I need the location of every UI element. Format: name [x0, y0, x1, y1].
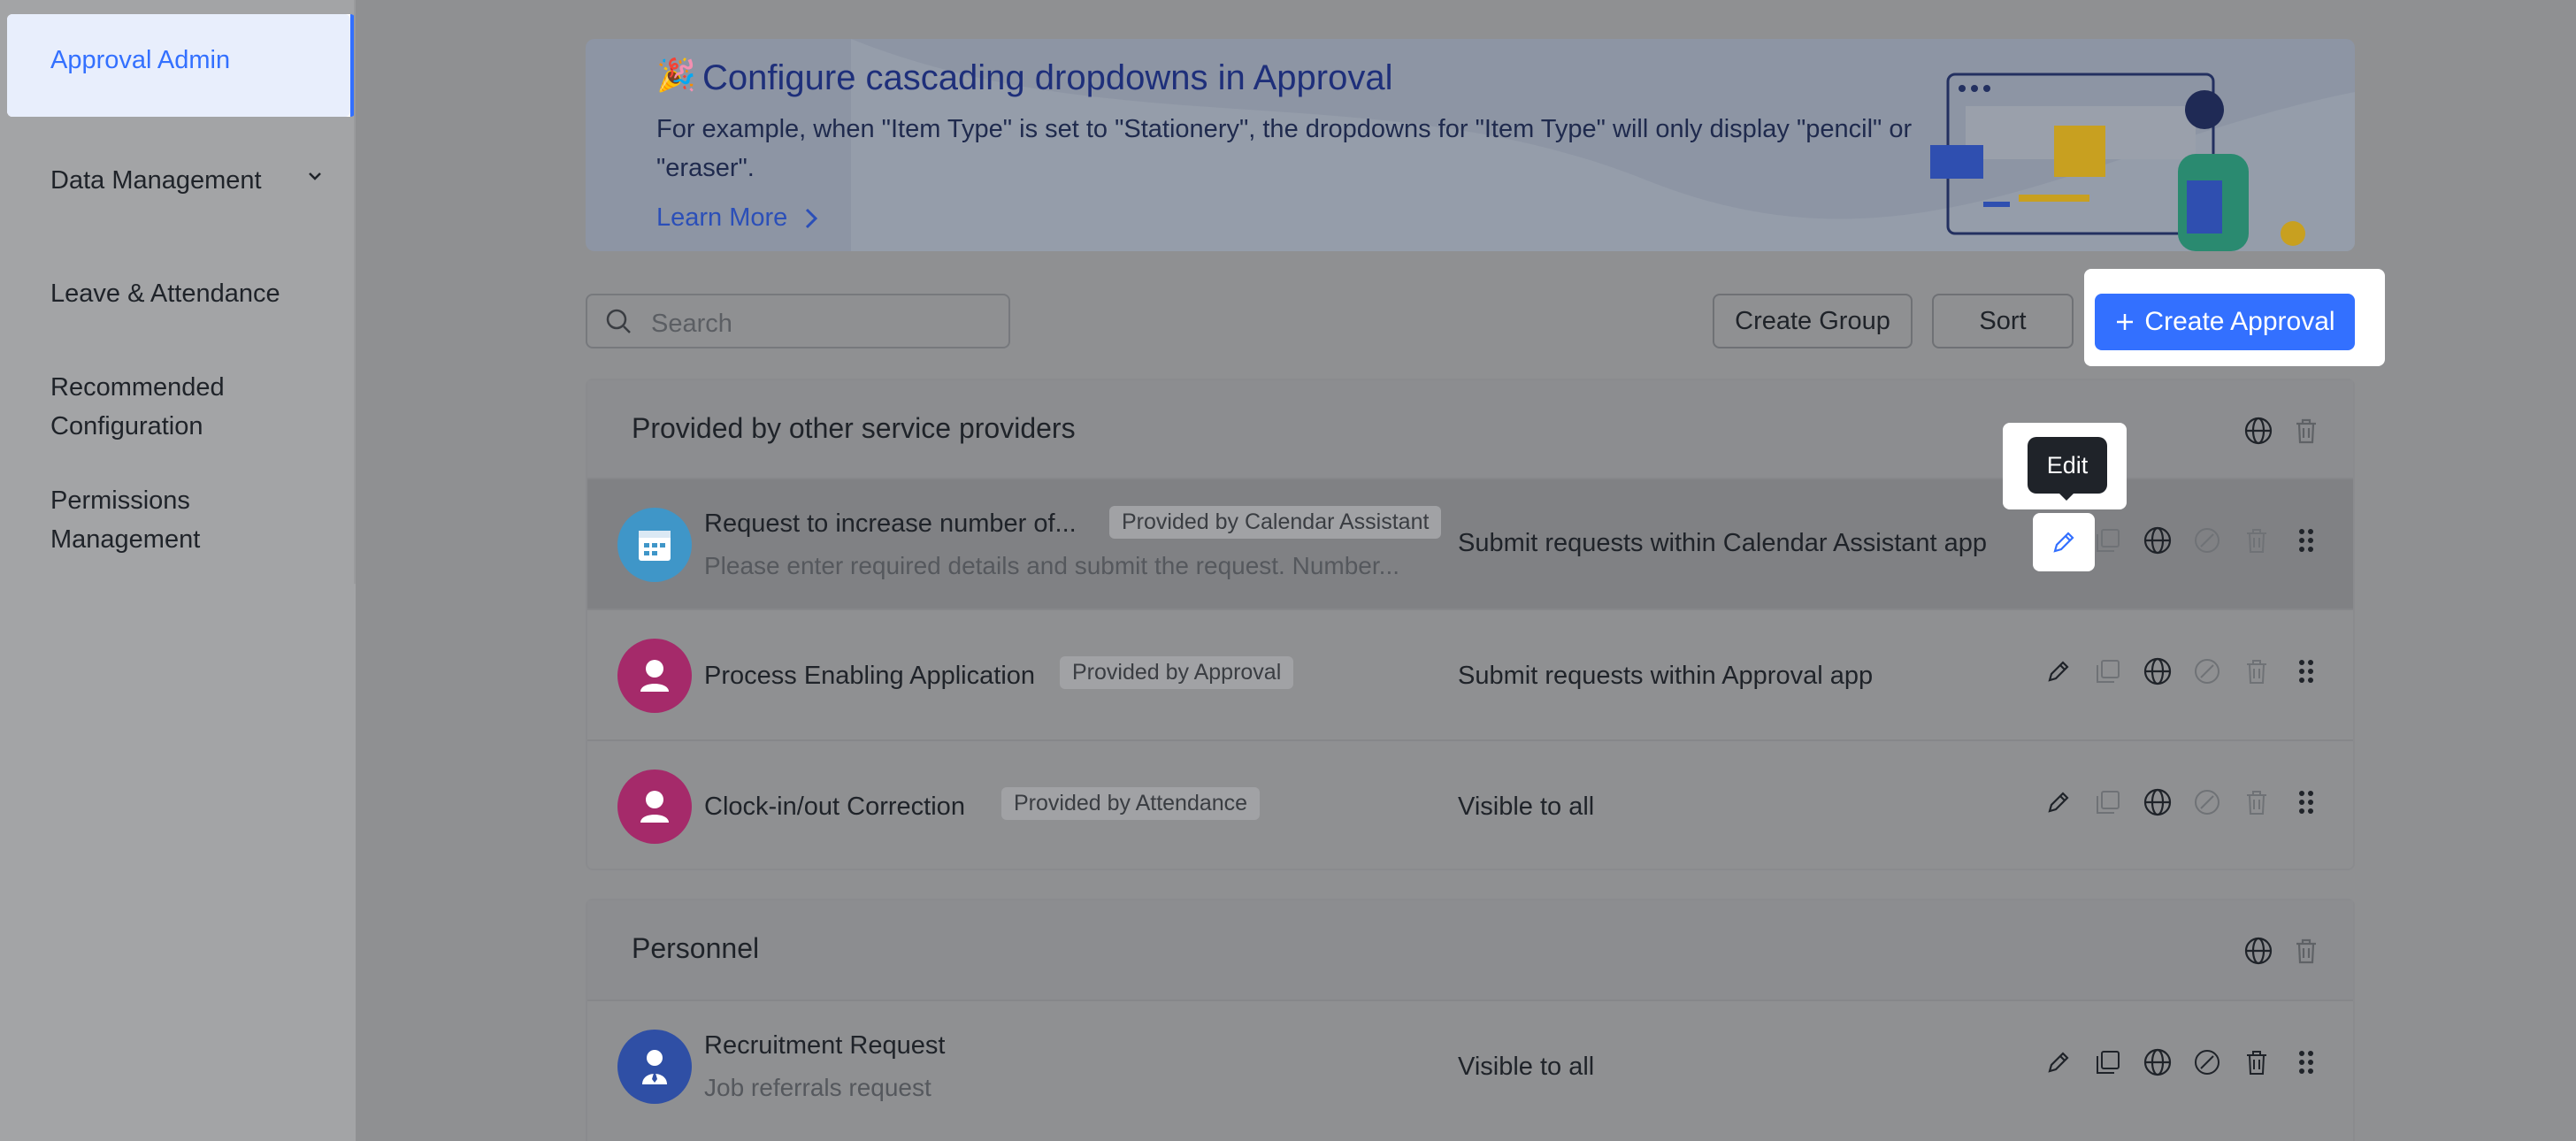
calendar-icon — [639, 531, 671, 561]
copy-icon[interactable] — [2093, 525, 2123, 555]
drag-handle-icon[interactable] — [2291, 525, 2321, 555]
provider-tag: Provided by Calendar Assistant — [1109, 506, 1442, 539]
provider-tag: Provided by Attendance — [1001, 787, 1261, 820]
approval-row[interactable]: Process Enabling Application Provided by… — [587, 609, 2353, 739]
trash-icon[interactable] — [2242, 787, 2272, 817]
create-approval-button[interactable]: Create Approval — [2095, 294, 2355, 350]
approval-name: Clock-in/out Correction — [704, 793, 965, 821]
user-avatar — [617, 1030, 692, 1104]
globe-icon[interactable] — [2243, 936, 2273, 966]
group-header: Personnel — [587, 900, 2353, 999]
globe-icon[interactable] — [2143, 525, 2173, 555]
edit-icon[interactable] — [2049, 527, 2079, 557]
sidebar-item-leave-attendance[interactable]: Leave & Attendance — [50, 274, 280, 313]
visibility-scope: Submit requests within Approval app — [1458, 662, 1874, 690]
calendar-avatar — [617, 508, 692, 582]
trash-icon[interactable] — [2291, 936, 2321, 966]
copy-icon[interactable] — [2093, 1047, 2123, 1077]
group-title: Personnel — [632, 932, 760, 964]
drag-handle-icon[interactable] — [2291, 1047, 2321, 1077]
globe-icon[interactable] — [2143, 1047, 2173, 1077]
sidebar-divider — [354, 0, 356, 584]
approval-description: Job referrals request — [704, 1074, 932, 1101]
chevron-right-icon — [806, 209, 818, 229]
globe-icon[interactable] — [2143, 787, 2173, 817]
disable-icon[interactable] — [2192, 656, 2222, 686]
user-icon — [640, 791, 669, 823]
approval-name: Recruitment Request — [704, 1031, 946, 1060]
sidebar-item-label: Approval Admin — [50, 46, 231, 74]
disable-icon[interactable] — [2192, 787, 2222, 817]
disable-icon[interactable] — [2192, 525, 2222, 555]
approval-name: Process Enabling Application — [704, 662, 1036, 690]
banner-description: For example, when "Item Type" is set to … — [656, 115, 1913, 182]
promo-banner: 🎉 Configure cascading dropdowns in Appro… — [586, 39, 2355, 251]
banner-title: Configure cascading dropdowns in Approva… — [702, 58, 1393, 97]
edit-icon[interactable] — [2043, 656, 2074, 686]
search-placeholder: Search — [651, 310, 732, 338]
copy-icon[interactable] — [2093, 656, 2123, 686]
plus-icon — [2117, 314, 2134, 330]
globe-icon[interactable] — [2243, 416, 2273, 446]
disable-icon[interactable] — [2192, 1047, 2222, 1077]
approval-group: Personnel Recruitment Request Job referr… — [586, 899, 2355, 1141]
edit-button-highlight[interactable] — [2033, 513, 2095, 571]
visibility-scope: Submit requests within Calendar Assistan… — [1458, 529, 1988, 557]
chevron-down-icon[interactable] — [305, 166, 325, 186]
copy-icon[interactable] — [2093, 787, 2123, 817]
sidebar-item-recommended-configuration[interactable]: Recommended Configuration — [50, 368, 225, 446]
provider-tag: Provided by Approval — [1060, 656, 1294, 689]
approval-description: Please enter required details and submit… — [704, 552, 1399, 579]
sidebar-item-approval-admin[interactable]: Approval Admin — [7, 14, 356, 117]
user-icon — [642, 1050, 667, 1084]
sidebar: Approval Admin Data Management Leave & A… — [0, 0, 356, 1141]
sidebar-item-data-management[interactable]: Data Management — [50, 161, 262, 200]
banner-illustration — [1930, 73, 2305, 251]
trash-icon[interactable] — [2242, 656, 2272, 686]
approval-row[interactable]: Recruitment Request Job referrals reques… — [587, 999, 2353, 1130]
search-icon — [606, 309, 631, 333]
approval-name: Request to increase number of... — [704, 509, 1077, 538]
trash-icon[interactable] — [2242, 525, 2272, 555]
trash-icon[interactable] — [2291, 416, 2321, 446]
party-icon: 🎉 — [656, 57, 696, 93]
drag-handle-icon[interactable] — [2291, 787, 2321, 817]
edit-icon[interactable] — [2043, 787, 2074, 817]
edit-tooltip: Edit — [2028, 437, 2107, 494]
sidebar-item-permissions-management[interactable]: Permissions Management — [50, 481, 200, 559]
visibility-scope: Visible to all — [1458, 1053, 1595, 1081]
sort-button[interactable]: Sort — [1932, 294, 2074, 348]
group-title: Provided by other service providers — [632, 412, 1076, 444]
create-approval-highlight: Create Approval — [2084, 269, 2385, 366]
user-avatar — [617, 770, 692, 844]
learn-more-link[interactable]: Learn More — [656, 203, 821, 233]
visibility-scope: Visible to all — [1458, 793, 1595, 821]
globe-icon[interactable] — [2143, 656, 2173, 686]
user-avatar — [617, 639, 692, 713]
edit-icon[interactable] — [2043, 1047, 2074, 1077]
trash-icon[interactable] — [2242, 1047, 2272, 1077]
tooltip-highlight: Edit — [2003, 423, 2127, 509]
create-group-button[interactable]: Create Group — [1713, 294, 1913, 348]
user-icon — [640, 660, 669, 692]
drag-handle-icon[interactable] — [2291, 656, 2321, 686]
search-input[interactable]: Search — [586, 294, 1010, 348]
approval-row[interactable]: Clock-in/out Correction Provided by Atte… — [587, 739, 2353, 870]
